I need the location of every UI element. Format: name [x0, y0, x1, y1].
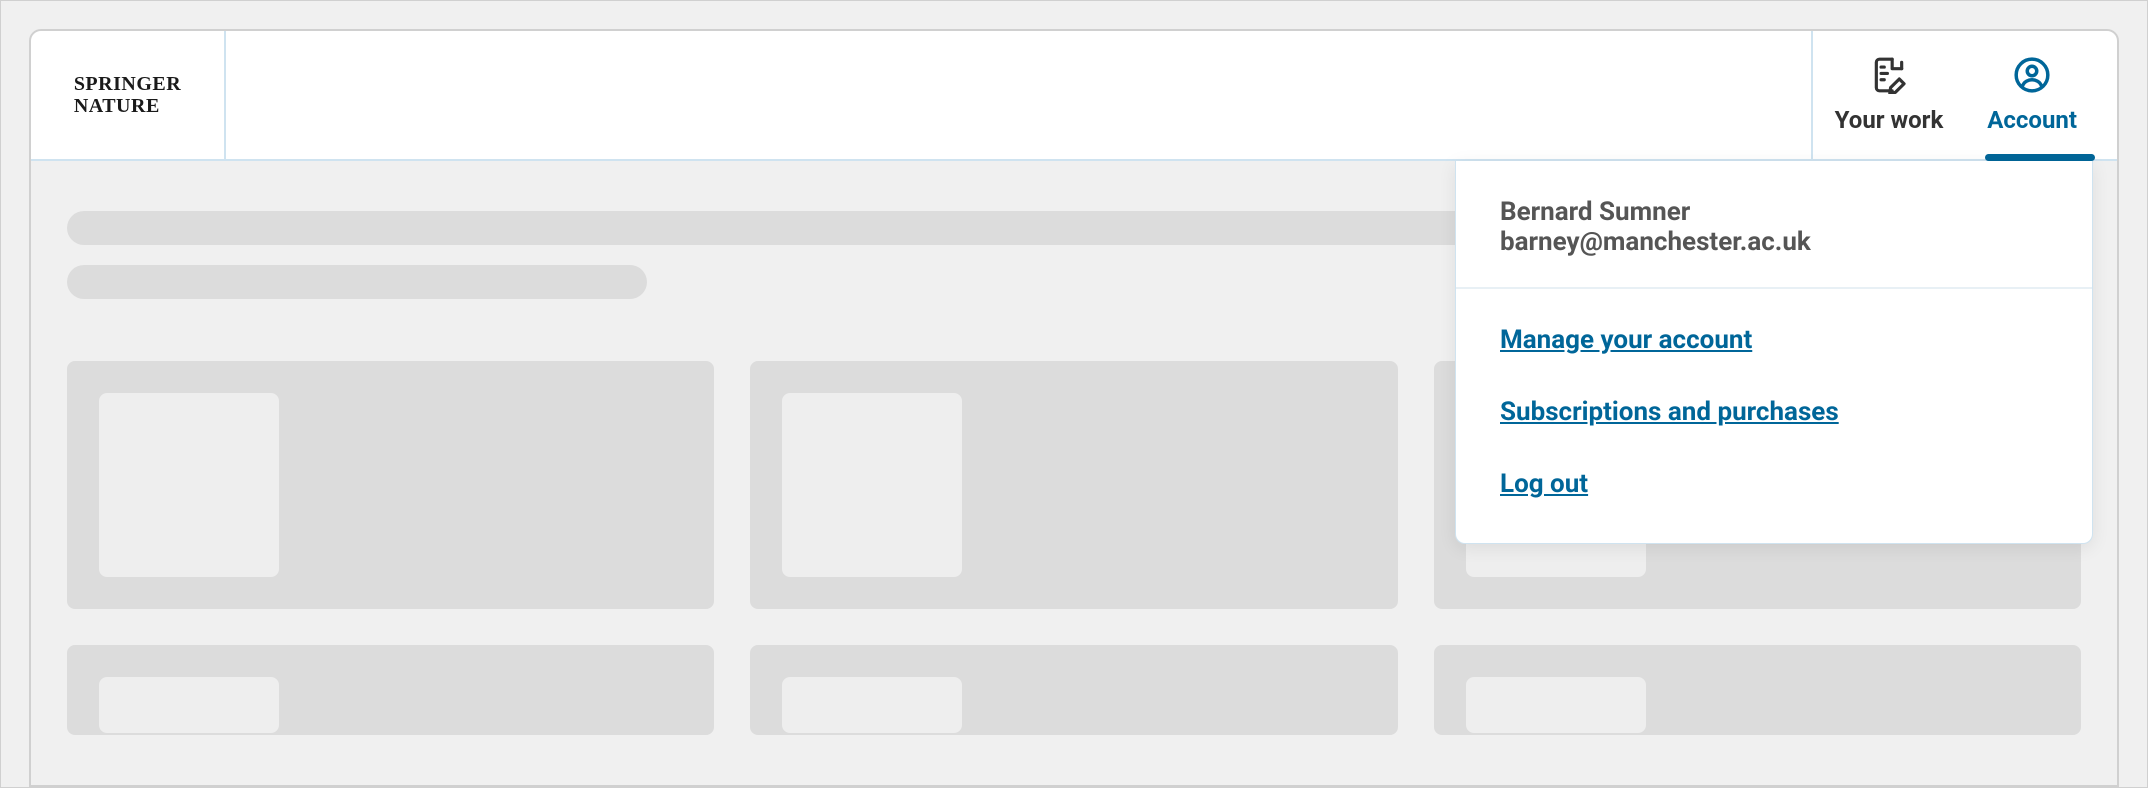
dropdown-body: Manage your account Subscriptions and pu… [1456, 289, 2092, 543]
top-bar-spacer [226, 31, 1811, 159]
skeleton-card [750, 361, 1397, 609]
skeleton-line [67, 265, 647, 299]
skeleton-card [750, 645, 1397, 735]
tab-account-label: Account [1987, 106, 2077, 134]
skeleton-thumb [1466, 677, 1646, 733]
skeleton-thumb [99, 677, 279, 733]
skeleton-thumb [782, 393, 962, 577]
dropdown-header: Bernard Sumner barney@manchester.ac.uk [1456, 161, 2092, 289]
tab-your-work[interactable]: Your work [1813, 31, 1966, 159]
account-dropdown: Bernard Sumner barney@manchester.ac.uk M… [1455, 161, 2093, 544]
document-edit-icon [1870, 56, 1908, 98]
tab-account[interactable]: Account [1965, 31, 2099, 159]
logo-line-2: Nature [74, 95, 160, 117]
logo[interactable]: Springer Nature [31, 31, 226, 159]
subscriptions-link[interactable]: Subscriptions and purchases [1500, 397, 2048, 427]
tab-your-work-label: Your work [1835, 106, 1944, 134]
skeleton-thumb [782, 677, 962, 733]
logo-line-1: Springer [74, 73, 181, 95]
skeleton-card [67, 645, 714, 735]
logout-link[interactable]: Log out [1500, 469, 2048, 499]
skeleton-card [1434, 645, 2081, 735]
user-email: barney@manchester.ac.uk [1500, 227, 2048, 257]
content-area: Bernard Sumner barney@manchester.ac.uk M… [31, 161, 2117, 785]
skeleton-card [67, 361, 714, 609]
nav-tabs: Your work Account [1811, 31, 2117, 159]
user-circle-icon [2013, 56, 2051, 98]
top-bar: Springer Nature [31, 31, 2117, 161]
main-card: Springer Nature [29, 29, 2119, 787]
logo-text: Springer Nature [74, 73, 181, 117]
user-name: Bernard Sumner [1500, 197, 2048, 227]
manage-account-link[interactable]: Manage your account [1500, 325, 2048, 355]
skeleton-thumb [99, 393, 279, 577]
page-frame: Springer Nature [0, 0, 2148, 788]
skeleton-card-row [67, 645, 2081, 735]
